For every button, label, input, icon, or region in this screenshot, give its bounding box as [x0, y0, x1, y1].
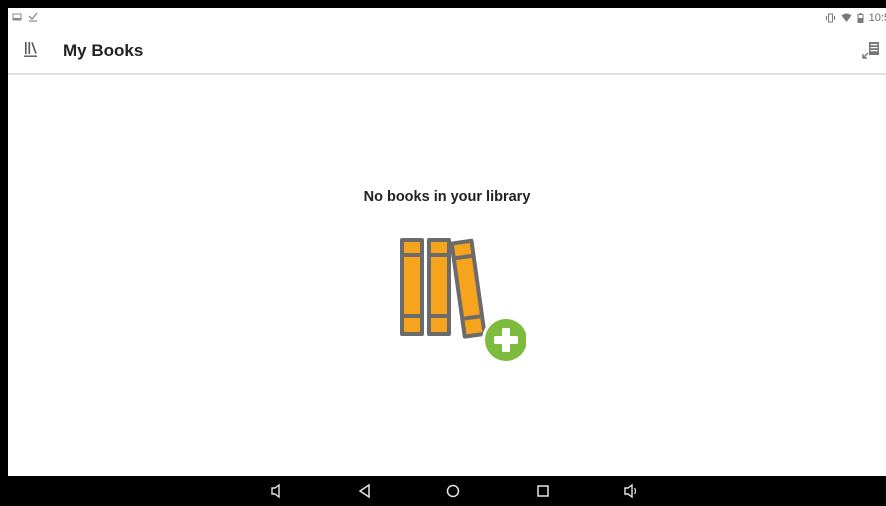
- volume-down-icon[interactable]: [266, 482, 286, 500]
- recents-icon[interactable]: [533, 482, 553, 500]
- screenshot-icon: [12, 13, 22, 20]
- home-icon[interactable]: [443, 482, 463, 500]
- library-icon[interactable]: [22, 40, 40, 60]
- book-icon: [427, 238, 451, 336]
- status-left-icons: [12, 11, 38, 22]
- book-icon: [400, 238, 424, 336]
- plus-icon: [482, 316, 526, 364]
- back-icon[interactable]: [355, 482, 375, 500]
- empty-state-message: No books in your library: [363, 189, 531, 205]
- wifi-icon: [841, 13, 852, 22]
- add-to-library-icon[interactable]: [860, 39, 882, 61]
- books-add-icon: [400, 238, 526, 364]
- status-right-icons: 10:5: [825, 12, 886, 24]
- status-bar: 10:5: [8, 8, 886, 30]
- screen: 10:5 My Books No books in your library: [8, 8, 886, 476]
- battery-icon: [857, 13, 864, 23]
- download-done-icon: [28, 12, 38, 22]
- vibrate-icon: [825, 13, 835, 23]
- page-title: My Books: [63, 41, 144, 60]
- volume-up-icon[interactable]: [622, 482, 642, 500]
- status-time: 10:5: [868, 12, 886, 24]
- navigation-bar: [0, 476, 886, 506]
- app-bar: My Books: [8, 30, 886, 75]
- book-icon: [449, 238, 487, 339]
